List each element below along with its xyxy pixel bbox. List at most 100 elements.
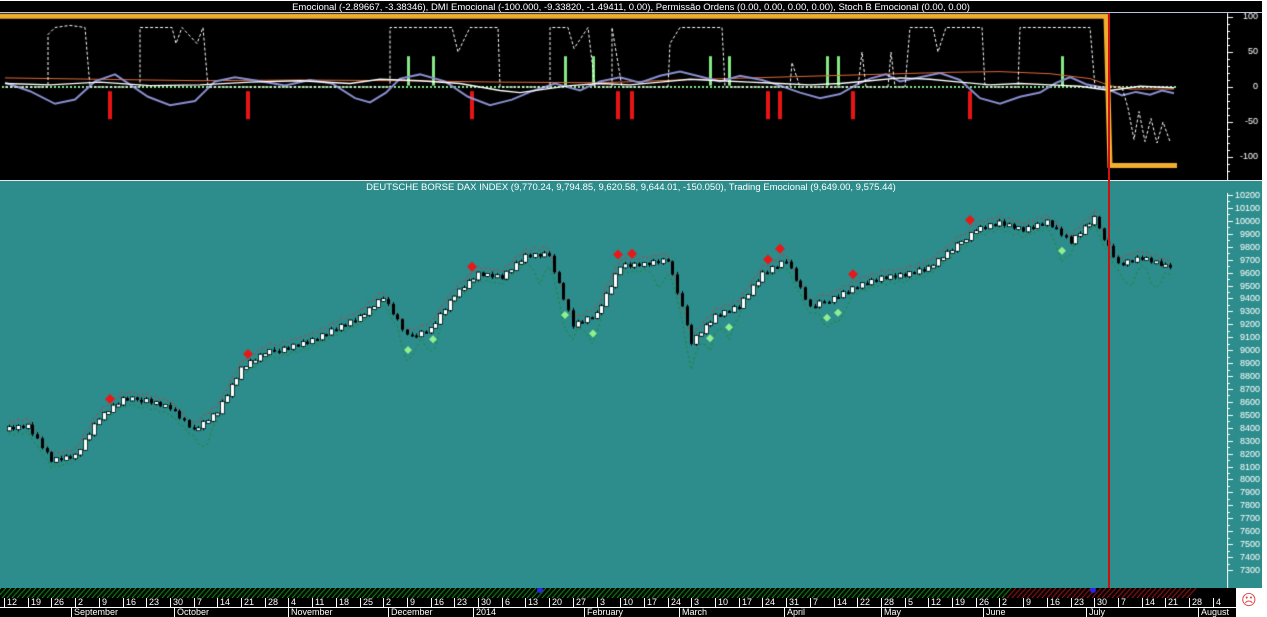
week-label: 4: [1216, 597, 1222, 607]
week-tick: [502, 598, 503, 607]
week-tick: [336, 598, 337, 607]
week-tick: [4, 598, 5, 607]
month-label: June: [986, 607, 1006, 617]
week-label: 30: [1097, 597, 1108, 607]
week-label: 17: [742, 597, 753, 607]
week-tick: [810, 598, 811, 607]
week-tick: [762, 598, 763, 607]
month-tick: [584, 607, 585, 617]
month-tick: [983, 607, 984, 617]
week-label: 5: [908, 597, 914, 607]
disconnected-sad-face-icon: ☹: [1241, 592, 1257, 609]
price-panel-title: DEUTSCHE BORSE DAX INDEX (9,770.24, 9,79…: [0, 180, 1262, 193]
week-label: 9: [1026, 597, 1032, 607]
week-label: 9: [410, 597, 416, 607]
month-tick: [71, 607, 72, 617]
week-label: 30: [173, 597, 184, 607]
week-tick: [146, 598, 147, 607]
week-tick: [620, 598, 621, 607]
week-tick: [28, 598, 29, 607]
week-label: 22: [860, 597, 871, 607]
week-label: 7: [197, 597, 203, 607]
week-label: 28: [884, 597, 895, 607]
week-tick: [241, 598, 242, 607]
week-tick: [668, 598, 669, 607]
week-label: 21: [1168, 597, 1179, 607]
month-tick: [1198, 607, 1199, 617]
week-label: 10: [718, 597, 729, 607]
month-label-row: September October November December 2014 Febr…: [0, 607, 1236, 617]
week-tick: [1213, 598, 1214, 607]
price-y-axis: [1227, 180, 1262, 588]
indicator-panel-title: Emocional (-2.89667, -3.38346), DMI Emoc…: [0, 0, 1262, 13]
week-label: 20: [552, 597, 563, 607]
week-tick: [407, 598, 408, 607]
week-tick: [123, 598, 124, 607]
week-tick: [739, 598, 740, 607]
week-tick: [478, 598, 479, 607]
week-label: 24: [671, 597, 682, 607]
week-label: 19: [31, 597, 42, 607]
month-tick: [388, 607, 389, 617]
week-label: 2: [1002, 597, 1008, 607]
month-label: March: [682, 607, 708, 617]
week-tick: [999, 598, 1000, 607]
week-label: 28: [1192, 597, 1203, 607]
week-tick: [454, 598, 455, 607]
week-tick: [288, 598, 289, 607]
week-label: 16: [434, 597, 445, 607]
week-label: 2: [386, 597, 392, 607]
cursor-vertical-line: [1108, 13, 1110, 588]
price-plot-area[interactable]: [0, 193, 1227, 588]
week-tick: [51, 598, 52, 607]
week-label: 23: [457, 597, 468, 607]
week-label: 28: [268, 597, 279, 607]
week-tick: [952, 598, 953, 607]
week-tick: [976, 598, 977, 607]
week-tick: [431, 598, 432, 607]
week-tick: [1047, 598, 1048, 607]
week-label: 3: [694, 597, 700, 607]
week-label: 12: [931, 597, 942, 607]
week-tick: [1071, 598, 1072, 607]
week-tick: [905, 598, 906, 607]
month-label: July: [1089, 607, 1106, 617]
week-tick: [1118, 598, 1119, 607]
week-label: 12: [7, 597, 18, 607]
week-label: 25: [363, 597, 374, 607]
week-label: 23: [1074, 597, 1085, 607]
week-label: 26: [979, 597, 990, 607]
week-label: 6: [505, 597, 511, 607]
month-label: May: [884, 607, 902, 617]
week-label: 14: [220, 597, 231, 607]
week-label: 10: [623, 597, 634, 607]
week-tick: [549, 598, 550, 607]
month-label: November: [291, 607, 333, 617]
week-label: 11: [315, 597, 325, 607]
week-label: 21: [244, 597, 255, 607]
month-tick: [288, 607, 289, 617]
week-label: 13: [528, 597, 539, 607]
window-right-edge: [1262, 0, 1267, 617]
month-label: February: [587, 607, 624, 617]
date-axis: 12 19 26 2 9 16 23 30 7 14 21 28 4 11 18 25 2 9 16 23 30 6 13 2…: [0, 588, 1236, 617]
indicator-plot-area[interactable]: [0, 13, 1227, 180]
week-tick: [217, 598, 218, 607]
week-tick: [99, 598, 100, 607]
week-label: 14: [1145, 597, 1156, 607]
week-tick: [881, 598, 882, 607]
week-tick: [857, 598, 858, 607]
month-label: September: [74, 607, 119, 617]
week-tick: [75, 598, 76, 607]
week-label: 7: [1121, 597, 1127, 607]
month-tick: [679, 607, 680, 617]
week-tick: [715, 598, 716, 607]
week-label: 31: [789, 597, 800, 607]
week-tick: [383, 598, 384, 607]
week-tick: [644, 598, 645, 607]
month-label: December: [391, 607, 433, 617]
week-tick: [312, 598, 313, 607]
month-tick: [1086, 607, 1087, 617]
month-tick: [881, 607, 882, 617]
week-label: 2: [78, 597, 84, 607]
